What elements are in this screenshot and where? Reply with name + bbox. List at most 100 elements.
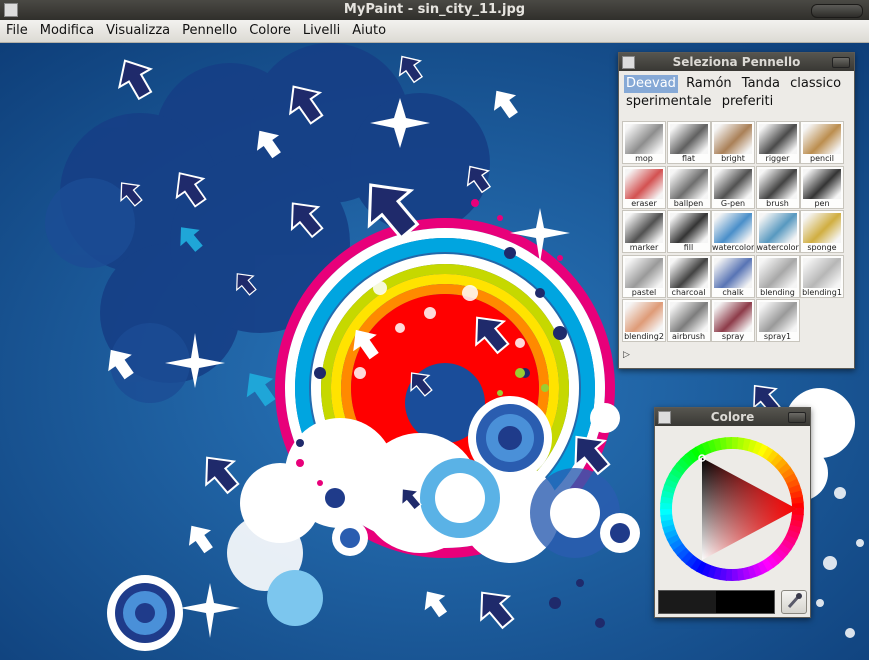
brush-label: pastel <box>631 287 657 297</box>
brush-label: flat <box>681 154 696 163</box>
triangle-right-icon[interactable]: ▷ <box>623 350 630 360</box>
brush-preview-icon <box>758 302 797 332</box>
brush-preview-icon <box>669 257 708 288</box>
brush-preview-icon <box>758 168 797 199</box>
window-titlebar: MyPaint - sin_city_11.jpg <box>0 0 869 20</box>
brush-selector-title: Seleziona Pennello <box>672 55 801 69</box>
brush-label: sponge <box>807 243 837 252</box>
brush-eraser[interactable]: eraser <box>622 165 666 209</box>
window-icon <box>622 56 635 69</box>
brush-airbrush[interactable]: airbrush <box>666 299 711 342</box>
brush-label: spray <box>721 332 745 341</box>
brush-label: spray1 <box>763 332 792 341</box>
brush-brush[interactable]: brush <box>755 165 800 209</box>
menu-colore[interactable]: Colore <box>243 20 297 42</box>
brush-bright[interactable]: bright <box>711 121 755 164</box>
brush-label: eraser <box>631 198 657 208</box>
brush-label: blending <box>760 287 795 297</box>
brush-group-tanda[interactable]: Tanda <box>740 75 782 93</box>
brush-pastel[interactable]: pastel <box>622 254 666 298</box>
brush-label: chalk <box>722 287 744 297</box>
menu-file[interactable]: File <box>0 20 34 42</box>
brush-group-preferiti[interactable]: preferiti <box>720 93 776 111</box>
brush-preview-icon <box>669 168 708 199</box>
brush-preview-icon <box>758 124 797 154</box>
brush-label: G-pen <box>720 198 746 208</box>
window-controls[interactable] <box>811 4 863 18</box>
brush-preview-icon <box>669 302 708 332</box>
brush-G-pen[interactable]: G-pen <box>711 165 755 209</box>
brush-preview-icon <box>803 257 841 288</box>
brush-flat[interactable]: flat <box>666 121 711 164</box>
menu-pennello[interactable]: Pennello <box>176 20 243 42</box>
hsv-color-wheel[interactable] <box>657 430 809 586</box>
color-window: Colore <box>654 407 811 618</box>
brush-pen[interactable]: pen <box>800 165 844 209</box>
menu-livelli[interactable]: Livelli <box>297 20 346 42</box>
brush-watercolor1[interactable]: watercolor1 <box>755 210 800 253</box>
brush-label: blending1 <box>802 287 842 297</box>
brush-rigger[interactable]: rigger <box>755 121 800 164</box>
brush-charcoal[interactable]: charcoal <box>666 254 711 298</box>
brush-label: pen <box>814 198 830 208</box>
brush-spray1[interactable]: spray1 <box>755 299 800 342</box>
menu-aiuto[interactable]: Aiuto <box>346 20 392 42</box>
brush-blending1[interactable]: blending1 <box>800 254 844 298</box>
brush-label: mop <box>635 154 653 163</box>
brush-preview-icon <box>625 213 663 243</box>
color-window-title: Colore <box>710 410 755 424</box>
brush-marker[interactable]: marker <box>622 210 666 253</box>
brush-label: airbrush <box>671 332 706 341</box>
brush-mop[interactable]: mop <box>622 121 666 164</box>
window-title: MyPaint - sin_city_11.jpg <box>343 2 526 17</box>
brush-group-list: Deevad Ramón Tanda classico sperimentale… <box>619 71 854 113</box>
brush-sponge[interactable]: sponge <box>800 210 844 253</box>
brush-blending[interactable]: blending <box>755 254 800 298</box>
brush-preview-icon <box>803 168 841 199</box>
menu-modifica[interactable]: Modifica <box>34 20 100 42</box>
window-button[interactable] <box>832 57 850 68</box>
menu-bar: File Modifica Visualizza Pennello Colore… <box>0 20 869 43</box>
brush-fill[interactable]: fill <box>666 210 711 253</box>
brush-group-ramon[interactable]: Ramón <box>684 75 734 93</box>
brush-ballpen[interactable]: ballpen <box>666 165 711 209</box>
brush-label: ballpen <box>673 198 704 208</box>
brush-label: bright <box>721 154 745 163</box>
previous-color-swatch[interactable] <box>659 591 716 613</box>
brush-selector-window: Seleziona Pennello Deevad Ramón Tanda cl… <box>618 52 855 369</box>
brush-preview-icon <box>625 168 663 199</box>
brush-label: blending2 <box>624 332 664 341</box>
current-color-swatch <box>716 591 774 613</box>
brush-preview-icon <box>669 124 708 154</box>
brush-pencil[interactable]: pencil <box>800 121 844 164</box>
brush-watercolor[interactable]: watercolor <box>711 210 755 253</box>
brush-preview-icon <box>714 124 752 154</box>
brush-preview-icon <box>758 213 797 243</box>
color-window-titlebar[interactable]: Colore <box>655 408 810 426</box>
brush-preview-icon <box>714 213 752 243</box>
brush-selector-titlebar[interactable]: Seleziona Pennello <box>619 53 854 71</box>
brush-preview-icon <box>625 124 663 154</box>
brush-preview-icon <box>625 257 663 288</box>
brush-label: charcoal <box>671 287 706 297</box>
brush-label: fill <box>683 243 694 252</box>
brush-label: pencil <box>810 154 834 163</box>
brush-chalk[interactable]: chalk <box>711 254 755 298</box>
brush-preview-icon <box>714 257 752 288</box>
menu-visualizza[interactable]: Visualizza <box>100 20 176 42</box>
brush-spray[interactable]: spray <box>711 299 755 342</box>
brush-preview-icon <box>803 213 841 243</box>
window-icon <box>658 411 671 424</box>
window-button[interactable] <box>788 412 806 423</box>
brush-preview-icon <box>714 302 752 332</box>
color-swatch <box>658 590 775 614</box>
brush-group-classico[interactable]: classico <box>788 75 843 93</box>
brush-label: brush <box>766 198 789 208</box>
brush-label: watercolor <box>712 243 755 252</box>
brush-group-deevad[interactable]: Deevad <box>624 75 678 93</box>
eyedropper-icon[interactable] <box>781 590 807 614</box>
brush-blending2[interactable]: blending2 <box>622 299 666 342</box>
brush-label: rigger <box>765 154 790 163</box>
brush-label: marker <box>629 243 659 252</box>
brush-group-sperimentale[interactable]: sperimentale <box>624 93 714 111</box>
